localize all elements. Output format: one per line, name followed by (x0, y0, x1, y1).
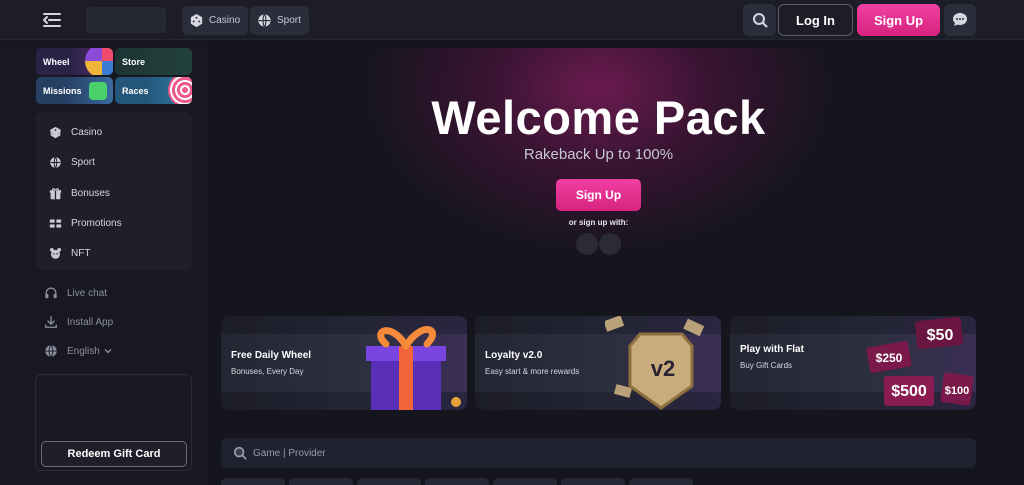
sidebar-item-bonuses[interactable]: Bonuses (36, 178, 192, 208)
svg-text:$500: $500 (891, 383, 927, 400)
search-icon (233, 446, 247, 460)
tab-sport-label: Sport (277, 15, 301, 26)
promo-description: Easy start & more rewards (485, 367, 580, 376)
nft-icon (49, 247, 62, 259)
quick-link-label: Wheel (43, 57, 70, 67)
language-label: English (67, 345, 100, 357)
category-chip[interactable] (561, 478, 625, 485)
loyalty-badge-icon: v2 (605, 316, 705, 410)
tab-casino[interactable]: Casino (182, 6, 249, 35)
quick-link-wheel[interactable]: Wheel (36, 48, 113, 75)
svg-text:$100: $100 (945, 385, 969, 397)
tab-sport[interactable]: Sport (250, 6, 309, 35)
install-app-link[interactable]: Install App (44, 312, 113, 332)
quick-link-races[interactable]: Races (115, 77, 192, 104)
search-button[interactable] (743, 4, 776, 36)
dice-icon (190, 13, 203, 28)
gift-icon (49, 187, 62, 199)
category-chip[interactable] (289, 478, 353, 485)
language-selector[interactable]: English (44, 341, 112, 361)
sidebar-item-promotions[interactable]: Promotions (36, 208, 192, 238)
redeem-gift-card-button[interactable]: Redeem Gift Card (41, 441, 187, 467)
promo-card-gift-cards[interactable]: $50 $250 $500 $100 Play with Flat Buy Gi… (730, 316, 976, 410)
svg-text:v2: v2 (651, 356, 675, 381)
nav-panel: Casino Sport Bonuses Promotions NFT (36, 112, 192, 271)
sidebar-item-label: Sport (71, 156, 95, 168)
hero-banner: Welcome Pack Rakeback Up to 100% Sign Up… (221, 48, 976, 298)
gift-cards-icon: $50 $250 $500 $100 (866, 316, 974, 406)
quick-link-missions[interactable]: Missions (36, 77, 113, 104)
promo-card-daily-wheel[interactable]: Free Daily Wheel Bonuses, Every Day (221, 316, 467, 410)
sidebar-item-label: Promotions (71, 217, 122, 229)
checkmark-icon (89, 82, 107, 100)
gift-card-panel: Redeem Gift Card (35, 374, 192, 471)
quick-link-label: Missions (43, 86, 82, 96)
live-chat-link[interactable]: Live chat (44, 283, 107, 303)
top-bar: Casino Sport Log In Sign Up (0, 0, 1024, 40)
login-button[interactable]: Log In (778, 4, 853, 36)
category-chip[interactable] (493, 478, 557, 485)
target-icon (168, 77, 192, 104)
social-login-button[interactable] (599, 233, 621, 255)
category-chip[interactable] (221, 478, 285, 485)
promotions-icon (49, 218, 62, 228)
headset-icon (45, 287, 57, 299)
collapse-menu-button[interactable] (40, 8, 66, 32)
sidebar: Wheel Store Missions Races Casino Sport … (0, 41, 208, 485)
search-icon (752, 13, 767, 28)
svg-text:$50: $50 (927, 327, 954, 344)
logo-placeholder[interactable] (86, 7, 166, 33)
signup-button[interactable]: Sign Up (857, 4, 940, 36)
category-chip[interactable] (425, 478, 489, 485)
sidebar-item-label: Bonuses (71, 187, 110, 199)
promo-title: Free Daily Wheel (231, 350, 312, 361)
chat-bubble-icon (953, 13, 967, 26)
category-chip[interactable] (357, 478, 421, 485)
social-login-button[interactable] (576, 233, 598, 255)
promo-description: Bonuses, Every Day (231, 367, 304, 376)
hero-title: Welcome Pack (431, 91, 766, 144)
download-icon (45, 316, 57, 328)
sidebar-item-casino[interactable]: Casino (36, 117, 192, 147)
sidebar-item-label: Casino (71, 126, 103, 138)
quick-link-label: Races (122, 86, 149, 96)
install-app-label: Install App (67, 316, 114, 328)
chevron-down-icon (104, 349, 112, 354)
game-search-input[interactable] (253, 447, 553, 459)
sidebar-item-nft[interactable]: NFT (36, 238, 192, 268)
promo-title: Loyalty v2.0 (485, 350, 543, 361)
social-signup-text: or sign up with: (568, 218, 629, 227)
wheel-icon (85, 48, 113, 75)
promo-title: Play with Flat (740, 344, 804, 355)
promo-description: Buy Gift Cards (740, 361, 793, 370)
live-chat-label: Live chat (67, 287, 108, 299)
hero-subtitle: Rakeback Up to 100% (523, 146, 674, 163)
category-chip[interactable] (629, 478, 693, 485)
sidebar-item-sport[interactable]: Sport (36, 147, 192, 177)
quick-link-label: Store (122, 57, 146, 67)
ball-icon (50, 156, 61, 168)
globe-icon (45, 345, 57, 357)
chat-button[interactable] (944, 4, 976, 36)
game-search-bar[interactable] (221, 438, 976, 468)
ball-icon (258, 14, 271, 27)
collapse-menu-icon (43, 13, 61, 27)
sidebar-item-label: NFT (71, 247, 91, 259)
chevron-down-icon (49, 128, 62, 136)
gift-box-icon (366, 326, 461, 410)
promo-card-loyalty[interactable]: v2 Loyalty v2.0 Easy start & more reward… (475, 316, 721, 410)
tab-casino-label: Casino (209, 15, 241, 26)
hero-signup-button[interactable]: Sign Up (556, 179, 641, 211)
svg-text:$250: $250 (876, 351, 903, 365)
quick-link-store[interactable]: Store (115, 48, 192, 75)
